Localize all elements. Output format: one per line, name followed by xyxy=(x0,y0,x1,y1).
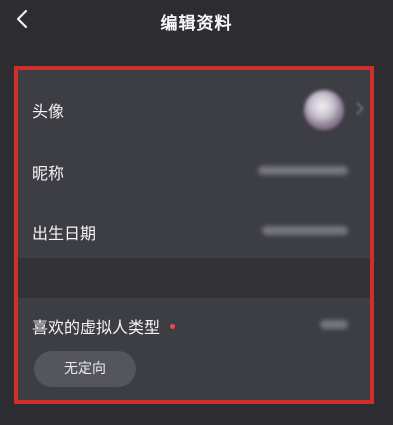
birthday-label: 出生日期 xyxy=(32,224,97,243)
birthday-value-redacted xyxy=(262,226,348,235)
preference-value-redacted xyxy=(320,320,348,329)
nickname-label: 昵称 xyxy=(32,164,65,183)
preference-option-chip[interactable]: 无定向 xyxy=(34,351,136,387)
section-divider xyxy=(18,258,370,298)
preference-row[interactable]: 喜欢的虚拟人类型 xyxy=(18,300,370,348)
avatar-label: 头像 xyxy=(32,102,65,121)
avatar[interactable] xyxy=(304,90,344,130)
avatar-row[interactable]: 头像 xyxy=(18,84,370,132)
page-title: 编辑资料 xyxy=(160,14,233,34)
required-dot-icon xyxy=(170,324,176,329)
birthday-row[interactable]: 出生日期 xyxy=(18,206,370,254)
nickname-row[interactable]: 昵称 xyxy=(18,146,370,194)
profile-form-panel: 头像 昵称 出生日期 喜欢的虚拟人类型 无定向 xyxy=(14,66,374,404)
chevron-right-icon xyxy=(351,102,364,115)
preference-label: 喜欢的虚拟人类型 xyxy=(32,314,176,338)
nickname-value-redacted xyxy=(258,166,348,175)
top-bar: 编辑资料 xyxy=(0,0,393,44)
